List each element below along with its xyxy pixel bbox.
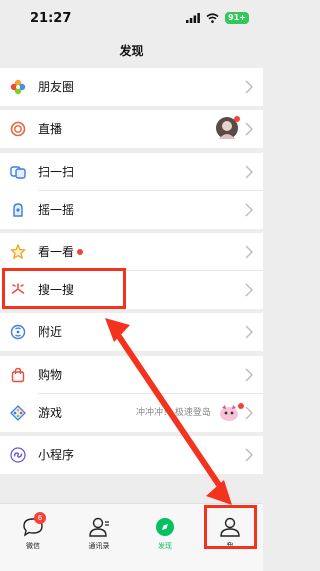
annotation-double-arrow (105, 318, 232, 505)
